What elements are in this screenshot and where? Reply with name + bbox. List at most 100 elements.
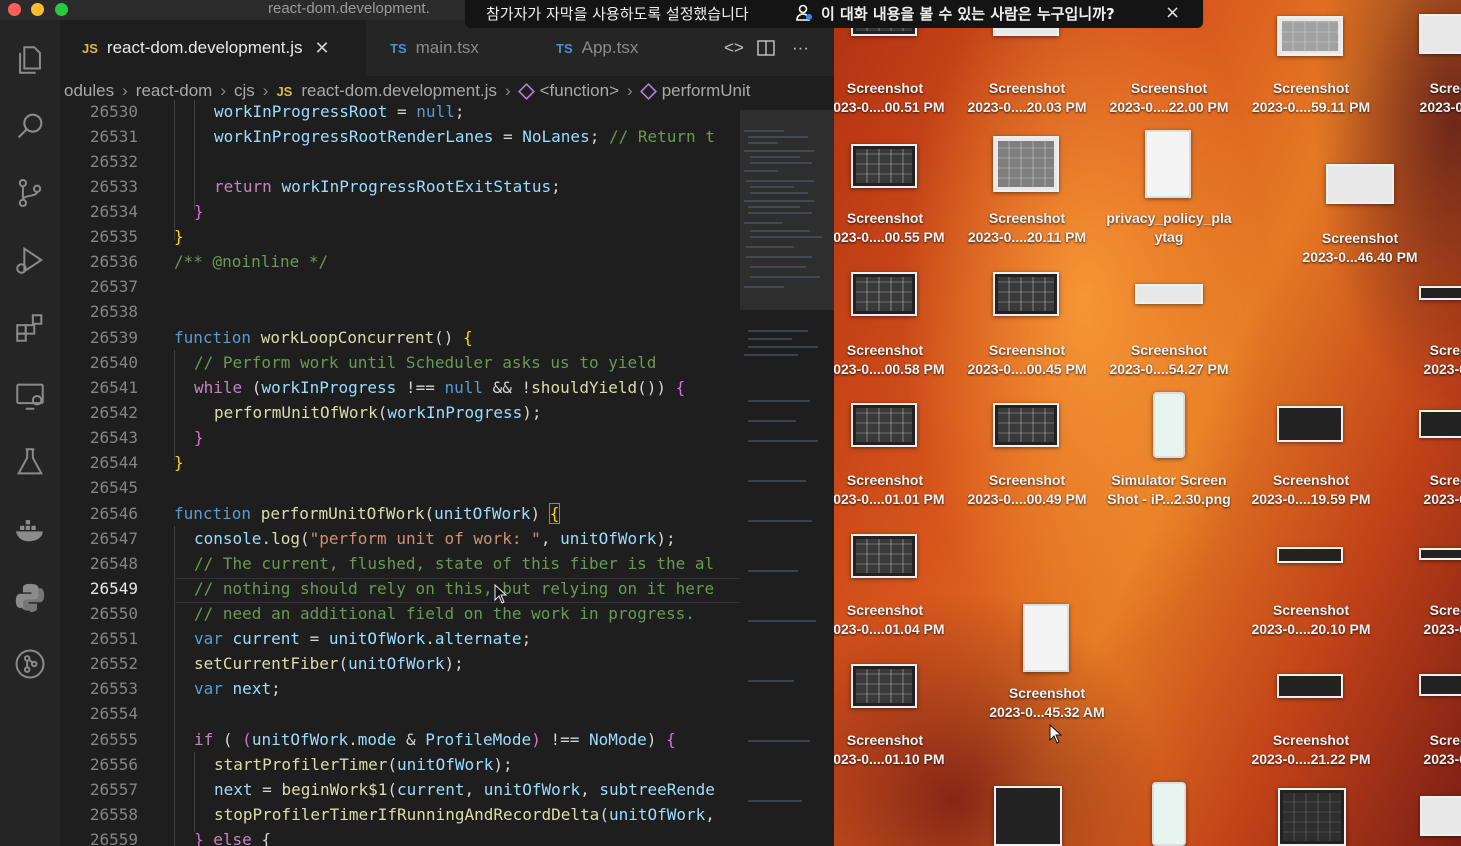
desktop-file[interactable]: Screen 2023-0....	[1383, 674, 1461, 774]
desktop-file-thumbnail[interactable]	[1278, 788, 1346, 846]
zoom-window-button[interactable]	[55, 3, 68, 16]
desktop-file[interactable]: Screenshot 2023-0....01.01 PM	[834, 403, 955, 513]
desktop-file[interactable]: Simulator Screen Shot - iP...2.30.png	[1099, 392, 1239, 512]
code-line: workInProgressRootRenderLanes = NoLanes;…	[214, 127, 715, 146]
breadcrumb-node-modules[interactable]: odules	[64, 81, 114, 101]
breadcrumb-cjs[interactable]: cjs	[234, 81, 255, 101]
run-debug-icon[interactable]	[12, 242, 48, 278]
breadcrumb-react-dom[interactable]: react-dom	[136, 81, 213, 101]
mouse-cursor-icon	[1049, 724, 1063, 744]
caption-enabled-message: 참가자가 자막을 사용하도록 설정했습니다	[486, 5, 749, 23]
code-line: function performUnitOfWork(unitOfWork) {	[174, 503, 561, 524]
line-number: 26543	[89, 428, 138, 447]
desktop-file[interactable]: Screenshot 2023-0....00.58 PM	[834, 272, 955, 382]
indent-guide	[194, 752, 195, 832]
remote-explorer-icon[interactable]	[12, 378, 48, 414]
open-changes-icon[interactable]: <>	[724, 20, 744, 76]
explorer-icon[interactable]	[12, 42, 48, 78]
indent-guide	[174, 350, 175, 460]
code-line: }	[174, 453, 184, 472]
who-can-see-link[interactable]: 이 대화 내용을 볼 수 있는 사람은 누구입니까?	[821, 3, 1115, 24]
line-number: 26555	[89, 730, 138, 749]
breadcrumb-file[interactable]: react-dom.development.js	[301, 81, 497, 101]
breadcrumb-function[interactable]: <function>	[540, 81, 619, 101]
search-icon[interactable]	[12, 108, 48, 144]
tab-app-tsx[interactable]: TS App.tsx	[536, 20, 702, 76]
desktop-file[interactable]: Screenshot 2023-0....00.45 PM	[957, 272, 1097, 382]
close-window-button[interactable]	[8, 3, 21, 16]
minimize-window-button[interactable]	[31, 3, 44, 16]
activity-bar	[0, 20, 60, 846]
desktop-file[interactable]: privacy_policy_pla ytag	[1099, 130, 1239, 250]
line-number: 26541	[89, 378, 138, 397]
minimap[interactable]	[740, 100, 834, 846]
desktop-file[interactable]: Screenshot 2023-0....54.27 PM	[1099, 284, 1239, 384]
code-line: var next;	[194, 679, 281, 698]
line-number: 26551	[89, 629, 138, 648]
desktop-file[interactable]: Screen 2023-0....	[1383, 410, 1461, 520]
desktop-file-thumbnail[interactable]	[1420, 796, 1461, 836]
line-number: 26536	[89, 252, 138, 271]
tab-react-dom-development[interactable]: JS react-dom.development.js ✕	[60, 20, 366, 76]
desktop-file[interactable]: Screen 2023-0....	[1383, 548, 1461, 648]
indent-guide	[194, 100, 195, 210]
line-number: 26534	[89, 202, 138, 221]
desktop-file[interactable]: Screenshot 2023-0...45.32 AM	[977, 604, 1117, 724]
docker-icon[interactable]	[12, 512, 48, 548]
desktop-file[interactable]: Screenshot 2023-0....00.49 PM	[957, 403, 1097, 513]
more-actions-icon[interactable]: ···	[792, 20, 809, 76]
desktop-file[interactable]: Screenshot 2023-0....00.55 PM	[834, 140, 955, 250]
desktop-file[interactable]: Screenshot 2023-0....01.10 PM	[834, 664, 955, 774]
close-banner-button[interactable]: ×	[1165, 2, 1180, 23]
code-line: }	[194, 428, 204, 447]
code-editor[interactable]: 26530 26531 26532 26533 26534 26535 2653…	[60, 100, 740, 846]
line-number: 26542	[89, 403, 138, 422]
breadcrumb-perform-unit[interactable]: performUnit	[662, 81, 751, 101]
code-line: setCurrentFiber(unitOfWork);	[194, 654, 464, 673]
js-file-icon: JS	[276, 83, 293, 99]
desktop-file-thumbnail[interactable]	[994, 786, 1062, 846]
code-line: return workInProgressRootExitStatus;	[214, 177, 561, 196]
minimap-slider[interactable]	[740, 110, 834, 310]
desktop-file[interactable]: Screenshot 2023-0....20.11 PM	[957, 136, 1097, 246]
editor-tab-bar: JS react-dom.development.js ✕ TS main.ts…	[60, 20, 834, 76]
indent-guide	[174, 100, 175, 240]
testing-icon[interactable]	[12, 444, 48, 480]
desktop-file[interactable]: Screen 2023-0....	[1383, 286, 1461, 386]
line-number: 26548	[89, 554, 138, 573]
desktop-file[interactable]: Screenshot 2023-0....20.10 PM	[1241, 547, 1381, 647]
desktop-file[interactable]: Screen 2023-0....4	[1383, 0, 1461, 118]
line-number: 26559	[89, 830, 138, 846]
line-number: 26557	[89, 780, 138, 799]
line-number: 26533	[89, 177, 138, 196]
line-number: 26540	[89, 353, 138, 372]
split-editor-icon[interactable]	[756, 20, 776, 76]
desktop-file[interactable]: Screenshot 2023-0...46.40 PM	[1290, 164, 1430, 274]
ts-file-icon: TS	[390, 40, 407, 56]
code-line: startProfilerTimer(unitOfWork);	[214, 755, 513, 774]
code-line: // need an additional field on the work …	[194, 604, 695, 623]
code-area[interactable]: workInProgressRoot = null; workInProgres…	[174, 100, 740, 846]
extensions-icon[interactable]	[12, 310, 48, 346]
line-number: 26556	[89, 755, 138, 774]
symbol-function-icon	[517, 82, 535, 100]
python-icon[interactable]	[12, 580, 48, 616]
line-number: 26532	[89, 152, 138, 171]
desktop-file[interactable]: Screenshot 2023-0....01.04 PM	[834, 534, 955, 644]
line-number: 26537	[89, 277, 138, 296]
indent-guide	[174, 526, 175, 846]
code-line: /** @noinline */	[174, 252, 329, 271]
desktop-file[interactable]: Screenshot 2023-0....59.11 PM	[1241, 0, 1381, 118]
code-line: }	[174, 227, 184, 246]
code-line: next = beginWork$1(current, unitOfWork, …	[214, 780, 715, 799]
close-tab-icon[interactable]: ✕	[315, 38, 330, 59]
code-line: workInProgressRoot = null;	[214, 102, 465, 121]
git-graph-icon[interactable]	[12, 646, 48, 682]
desktop: Screenshot 2023-0....00.51 PM Screenshot…	[834, 0, 1461, 846]
desktop-file[interactable]: Screenshot 2023-0....21.22 PM	[1241, 674, 1381, 774]
desktop-file[interactable]: Screenshot 2023-0....19.59 PM	[1241, 406, 1381, 516]
code-line: var current = unitOfWork.alternate;	[194, 629, 532, 648]
tab-main-tsx[interactable]: TS main.tsx	[368, 20, 534, 76]
desktop-file-thumbnail[interactable]	[1152, 782, 1186, 846]
source-control-icon[interactable]	[12, 175, 48, 211]
